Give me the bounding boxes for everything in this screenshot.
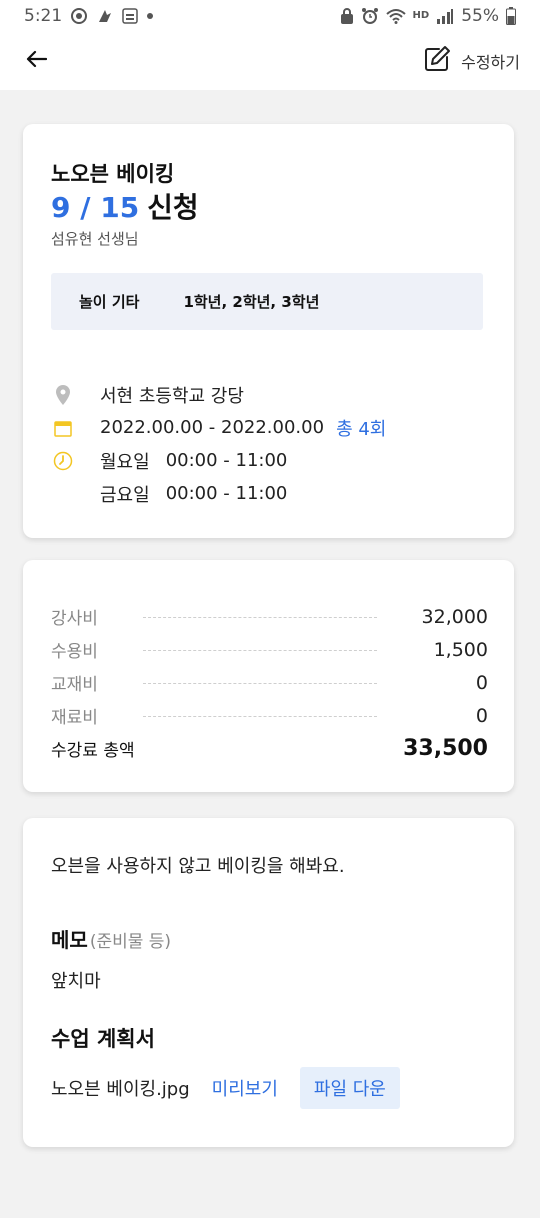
teacher-name: 섬유현 선생님 bbox=[51, 230, 139, 248]
period-text: 2022.00.00 - 2022.00.00 bbox=[100, 417, 325, 438]
applied-count: 9 / 15 신청 bbox=[51, 190, 486, 226]
settings-gear-icon bbox=[70, 7, 88, 25]
memo-text: 앞치마 bbox=[51, 971, 101, 992]
schedule-row-2: 금요일 00:00 - 11:00 bbox=[51, 477, 486, 510]
class-description: 오븐을 사용하지 않고 베이킹을 해봐요. bbox=[51, 856, 345, 877]
applied-label: 신청 bbox=[147, 191, 199, 224]
status-bar: 5:21 HD 55% bbox=[0, 0, 540, 32]
detail-card: 오븐을 사용하지 않고 베이킹을 해봐요. 메모 (준비물 등) 앞치마 수업 … bbox=[23, 818, 514, 1147]
schedule-row-1: 월요일 00:00 - 11:00 bbox=[51, 444, 486, 477]
location-pin-icon bbox=[53, 384, 73, 405]
lesson-plan-file-row: 노오븐 베이킹.jpg 미리보기 파일 다운 bbox=[51, 1067, 486, 1109]
fee-total-label: 수강료 총액 bbox=[51, 740, 135, 761]
fee-value: 1,500 bbox=[433, 638, 488, 661]
edit-pencil-icon bbox=[423, 45, 451, 77]
memo-title: 메모 bbox=[51, 928, 88, 952]
status-time: 5:21 bbox=[24, 6, 63, 26]
clock-icon bbox=[53, 451, 73, 471]
grades-label: 1학년, 2학년, 3학년 bbox=[183, 293, 320, 311]
hd-voice-icon: HD bbox=[412, 10, 430, 21]
preview-link[interactable]: 미리보기 bbox=[212, 1075, 278, 1101]
fee-card: 강사비 32,000 수용비 1,500 교재비 0 재료비 0 수강료 총액 … bbox=[23, 560, 514, 792]
wifi-icon bbox=[385, 8, 406, 24]
back-button[interactable] bbox=[20, 45, 52, 77]
fee-divider bbox=[143, 617, 377, 618]
fee-divider bbox=[143, 716, 377, 717]
edit-button[interactable]: 수정하기 bbox=[423, 45, 520, 77]
fee-row: 강사비 32,000 bbox=[51, 600, 488, 633]
more-dot-icon bbox=[146, 12, 154, 20]
download-button[interactable]: 파일 다운 bbox=[299, 1067, 400, 1109]
fee-divider bbox=[143, 683, 377, 684]
calendar-notification-icon bbox=[122, 7, 138, 25]
applied-count-number: 9 / 15 bbox=[51, 191, 140, 224]
fee-row: 수용비 1,500 bbox=[51, 633, 488, 666]
category-grade-box: 놀이 기타 1학년, 2학년, 3학년 bbox=[51, 273, 483, 330]
fee-row: 교재비 0 bbox=[51, 666, 488, 699]
app-notification-icon bbox=[96, 7, 114, 25]
file-name: 노오븐 베이킹.jpg bbox=[51, 1079, 190, 1100]
memo-heading: 메모 (준비물 등) bbox=[51, 924, 486, 953]
schedule-time: 00:00 - 11:00 bbox=[165, 450, 288, 471]
battery-icon bbox=[506, 7, 516, 25]
battery-percent: 55% bbox=[461, 6, 499, 26]
fee-label: 교재비 bbox=[51, 675, 98, 695]
location-row: 서현 초등학교 강당 bbox=[51, 378, 486, 411]
fee-divider bbox=[143, 650, 377, 651]
schedule-time: 00:00 - 11:00 bbox=[165, 483, 288, 504]
back-arrow-icon bbox=[25, 50, 48, 72]
fee-value: 32,000 bbox=[421, 605, 488, 628]
fee-value: 0 bbox=[475, 671, 488, 694]
calendar-icon bbox=[53, 418, 73, 438]
fee-label: 수용비 bbox=[51, 642, 98, 662]
class-info-card: 노오븐 베이킹 9 / 15 신청 섬유현 선생님 놀이 기타 1학년, 2학년,… bbox=[23, 124, 514, 538]
schedule-day: 월요일 bbox=[100, 451, 150, 473]
signal-icon bbox=[436, 8, 454, 24]
fee-total-row: 수강료 총액 33,500 bbox=[51, 732, 488, 764]
period-row: 2022.00.00 - 2022.00.00 총 4회 bbox=[51, 411, 486, 444]
location-text: 서현 초등학교 강당 bbox=[100, 385, 244, 407]
lesson-plan-title: 수업 계획서 bbox=[51, 1027, 155, 1051]
schedule-day: 금요일 bbox=[100, 484, 150, 506]
edit-label: 수정하기 bbox=[461, 53, 520, 72]
fee-label: 재료비 bbox=[51, 708, 98, 728]
class-title: 노오븐 베이킹 bbox=[51, 162, 175, 186]
fee-value: 0 bbox=[475, 704, 488, 727]
alarm-icon bbox=[361, 7, 379, 25]
lock-icon bbox=[340, 8, 354, 24]
category-label: 놀이 기타 bbox=[79, 293, 140, 311]
memo-subtitle: (준비물 등) bbox=[89, 932, 172, 952]
class-info-list: 서현 초등학교 강당 2022.00.00 - 2022.00.00 총 4회 … bbox=[51, 378, 486, 510]
app-bar: 수정하기 bbox=[0, 32, 540, 90]
fee-row: 재료비 0 bbox=[51, 699, 488, 732]
fee-label: 강사비 bbox=[51, 609, 98, 629]
total-sessions: 총 4회 bbox=[336, 418, 387, 440]
fee-total-value: 33,500 bbox=[403, 735, 488, 761]
